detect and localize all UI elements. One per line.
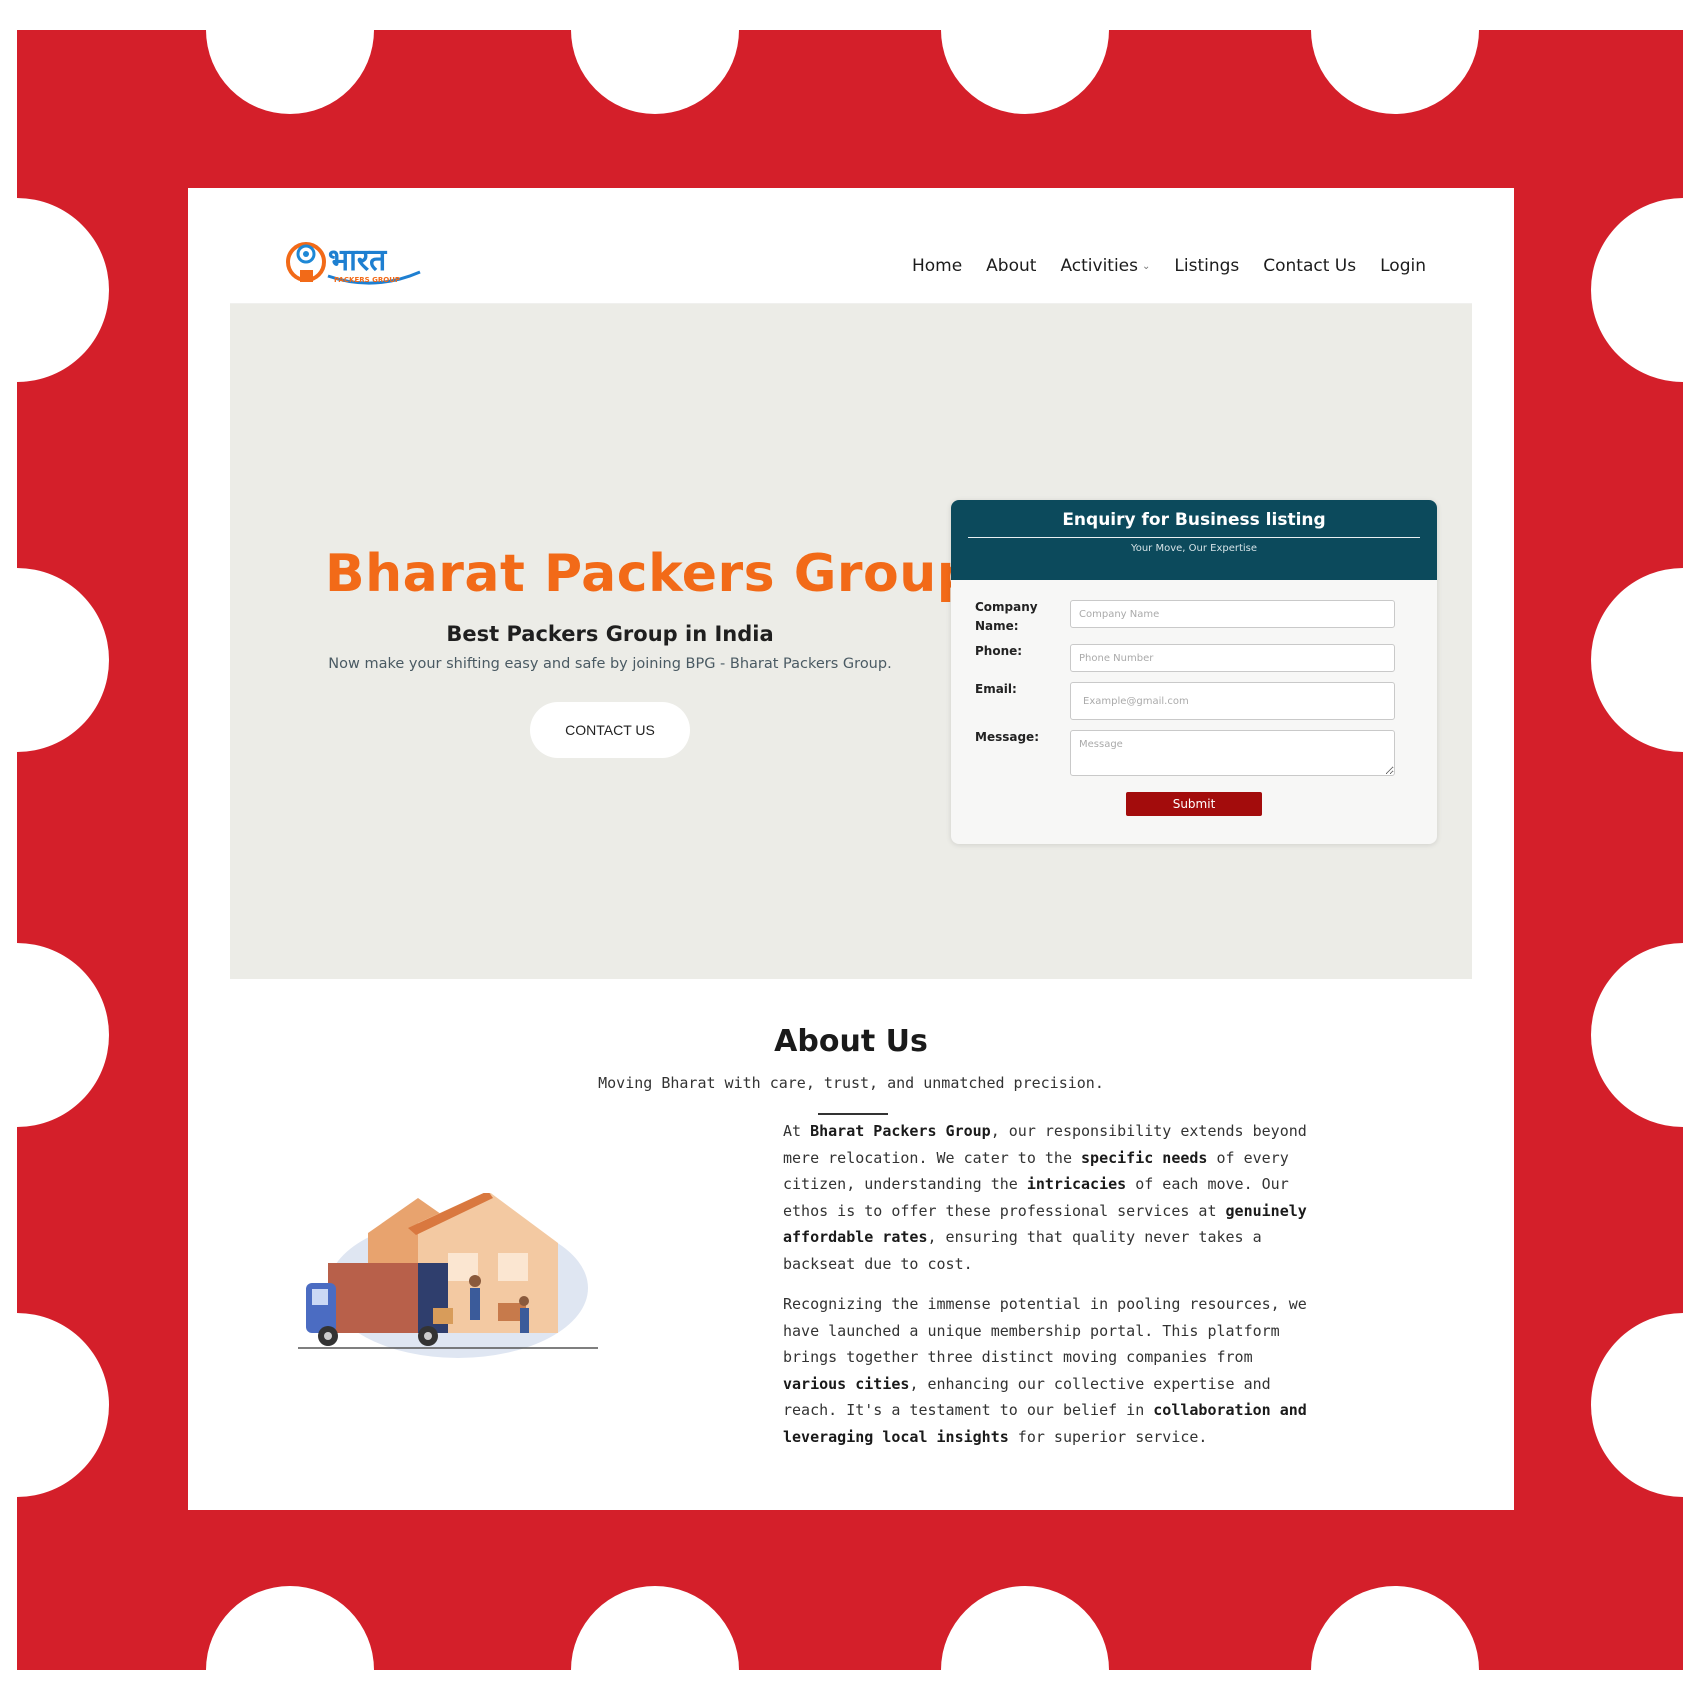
web-page: भारत PACKERS GROUP Home About Activities… [188,188,1514,1510]
hero-description: Now make your shifting easy and safe by … [328,656,892,672]
email-input[interactable] [1070,682,1395,720]
form-header: Enquiry for Business listing Your Move, … [951,500,1437,580]
form-tagline: Your Move, Our Expertise [1130,543,1258,554]
nav-activities[interactable]: Activities ⌄ [1060,256,1150,276]
email-label: Email: [975,682,1017,696]
hero-subtitle: Best Packers Group in India [446,622,774,646]
nav-menu: Home About Activities ⌄ Listings Contact… [912,228,1426,304]
about-body: At Bharat Packers Group, our responsibil… [783,1118,1313,1464]
moving-truck-illustration [298,1193,598,1358]
company-name-input[interactable] [1070,600,1395,628]
nav-about[interactable]: About [986,256,1036,276]
site-logo[interactable]: भारत PACKERS GROUP [284,232,424,300]
submit-button[interactable]: Submit [1126,792,1262,816]
nav-activities-label: Activities [1060,256,1138,276]
svg-text:PACKERS GROUP: PACKERS GROUP [334,276,400,284]
hero-section: Bharat Packers Group Best Packers Group … [230,304,1472,979]
chevron-down-icon: ⌄ [1142,260,1151,272]
nav-login[interactable]: Login [1380,256,1426,276]
phone-input[interactable] [1070,644,1395,672]
nav-contact[interactable]: Contact Us [1263,256,1356,276]
nav-listings[interactable]: Listings [1174,256,1239,276]
about-paragraph: Recognizing the immense potential in poo… [783,1295,1307,1446]
message-label: Message: [975,730,1039,744]
message-textarea[interactable] [1070,730,1395,776]
about-title: About Us [774,1024,928,1059]
about-paragraph: At Bharat Packers Group, our responsibil… [783,1122,1307,1273]
contact-us-button[interactable]: CONTACT US [530,702,690,758]
navbar: भारत PACKERS GROUP Home About Activities… [230,228,1472,304]
company-name-label: Company Name: [975,600,1038,633]
divider [968,537,1420,538]
about-subtitle: Moving Bharat with care, trust, and unma… [598,1074,1104,1092]
phone-label: Phone: [975,644,1023,658]
form-title: Enquiry for Business listing [1062,510,1326,530]
hero-content: Bharat Packers Group Best Packers Group … [325,544,975,758]
hero-title: Bharat Packers Group [325,544,975,604]
nav-home[interactable]: Home [912,256,962,276]
enquiry-form: Enquiry for Business listing Your Move, … [951,500,1437,844]
svg-text:भारत: भारत [328,243,388,278]
about-divider [818,1113,888,1115]
